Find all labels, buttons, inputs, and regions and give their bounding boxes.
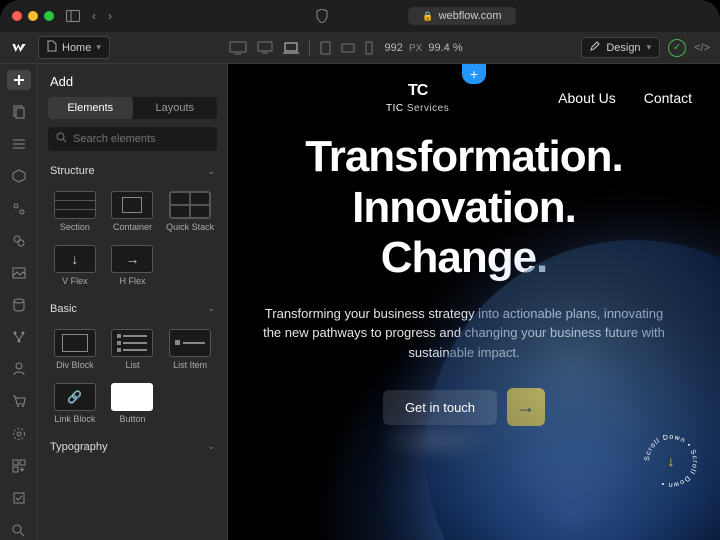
search-elements-field[interactable] xyxy=(73,133,215,145)
desktop-icon[interactable] xyxy=(257,41,273,54)
section-structure-header[interactable]: Structure ⌄ xyxy=(38,159,227,183)
editor-toolbar: Home ▾ 992 PX 99.4 % Design ▾ ✓ </> xyxy=(0,32,720,64)
mobile-landscape-icon[interactable] xyxy=(341,43,355,53)
back-icon[interactable]: ‹ xyxy=(92,9,96,23)
add-panel-title: Add xyxy=(38,64,227,97)
shield-icon[interactable] xyxy=(316,9,328,23)
element-list[interactable]: List xyxy=(104,323,162,377)
viewport-size: 992 PX 99.4 % xyxy=(385,42,463,54)
search-icon[interactable] xyxy=(7,520,31,540)
element-container[interactable]: Container xyxy=(104,185,162,239)
components-icon[interactable] xyxy=(7,166,31,186)
style-selectors-icon[interactable] xyxy=(7,231,31,251)
url-bar[interactable]: 🔒 webflow.com xyxy=(408,7,515,25)
element-quick-stack[interactable]: Quick Stack xyxy=(161,185,219,239)
selected-element-badge[interactable]: + xyxy=(462,64,486,84)
cloud-decoration xyxy=(376,420,496,460)
element-link-block[interactable]: 🔗Link Block xyxy=(46,377,104,431)
element-v-flex[interactable]: ↓V Flex xyxy=(46,239,104,293)
mobile-icon[interactable] xyxy=(365,41,373,55)
users-icon[interactable] xyxy=(7,359,31,379)
close-window-icon[interactable] xyxy=(12,11,22,21)
add-panel: Add Elements Layouts Structure ⌄ Section… xyxy=(38,64,228,540)
basic-elements: Div Block List List Item 🔗Link Block But… xyxy=(38,321,227,435)
add-panel-tabs: Elements Layouts xyxy=(48,97,217,119)
page-icon xyxy=(47,40,57,55)
search-elements-input[interactable] xyxy=(48,127,217,151)
element-button[interactable]: Button xyxy=(104,377,162,431)
page-name: Home xyxy=(62,42,91,54)
ecommerce-icon[interactable] xyxy=(7,391,31,411)
sidebar-toggle-icon[interactable] xyxy=(66,10,80,22)
variables-icon[interactable] xyxy=(7,199,31,219)
pencil-icon xyxy=(590,41,600,54)
structure-elements: Section Container Quick Stack ↓V Flex →H… xyxy=(38,183,227,297)
url-text: webflow.com xyxy=(439,10,502,22)
navigator-icon[interactable] xyxy=(7,134,31,154)
chevron-down-icon: ▾ xyxy=(647,42,652,53)
status-ok-icon[interactable]: ✓ xyxy=(668,39,686,57)
cta-button[interactable]: Get in touch xyxy=(383,390,497,425)
device-breakpoints xyxy=(229,41,373,55)
add-elements-icon[interactable] xyxy=(7,70,31,90)
pages-icon[interactable] xyxy=(7,102,31,122)
settings-icon[interactable] xyxy=(7,424,31,444)
brand-name: TIC Services xyxy=(386,103,449,114)
apps-icon[interactable] xyxy=(7,456,31,476)
element-div-block[interactable]: Div Block xyxy=(46,323,104,377)
arrow-down-icon: ↓ xyxy=(668,453,675,469)
nav-about[interactable]: About Us xyxy=(558,90,616,106)
section-basic-header[interactable]: Basic ⌄ xyxy=(38,297,227,321)
code-icon[interactable]: </> xyxy=(694,42,710,54)
assets-icon[interactable] xyxy=(7,263,31,283)
tablet-icon[interactable] xyxy=(320,41,331,55)
tab-elements[interactable]: Elements xyxy=(48,97,133,119)
tab-layouts[interactable]: Layouts xyxy=(133,97,218,119)
forward-icon[interactable]: › xyxy=(108,9,112,23)
webflow-logo-icon[interactable] xyxy=(10,39,28,57)
traffic-lights xyxy=(12,11,54,21)
audit-icon[interactable] xyxy=(7,488,31,508)
element-h-flex[interactable]: →H Flex xyxy=(104,239,162,293)
chevron-down-icon: ⌄ xyxy=(207,441,215,452)
page-selector-button[interactable]: Home ▾ xyxy=(38,36,110,59)
browser-chrome: ‹ › 🔒 webflow.com xyxy=(0,0,720,32)
brand-logo-icon: TC xyxy=(408,82,427,100)
search-icon xyxy=(56,132,67,146)
maximize-window-icon[interactable] xyxy=(44,11,54,21)
mode-switch-button[interactable]: Design ▾ xyxy=(581,37,660,58)
element-list-item[interactable]: List Item xyxy=(161,323,219,377)
chevron-down-icon: ⌄ xyxy=(207,303,215,314)
minimize-window-icon[interactable] xyxy=(28,11,38,21)
section-typography-header[interactable]: Typography ⌄ xyxy=(38,435,227,459)
scroll-down-badge[interactable]: Scroll Down • Scroll Down • ↓ xyxy=(642,432,700,490)
desktop-xl-icon[interactable] xyxy=(229,41,247,55)
brand[interactable]: TC TIC Services xyxy=(386,82,449,114)
nav-contact[interactable]: Contact xyxy=(644,90,692,106)
mode-label: Design xyxy=(606,42,640,54)
cms-icon[interactable] xyxy=(7,295,31,315)
logic-icon[interactable] xyxy=(7,327,31,347)
design-canvas[interactable]: + TC TIC Services About Us Contact Trans… xyxy=(228,64,720,540)
chevron-down-icon: ▾ xyxy=(96,42,101,53)
left-rail xyxy=(0,64,38,540)
divider xyxy=(309,41,310,55)
chevron-down-icon: ⌄ xyxy=(207,166,215,177)
element-section[interactable]: Section xyxy=(46,185,104,239)
laptop-icon[interactable] xyxy=(283,42,299,54)
nav-links: About Us Contact xyxy=(558,90,692,106)
lock-icon: 🔒 xyxy=(422,11,433,22)
